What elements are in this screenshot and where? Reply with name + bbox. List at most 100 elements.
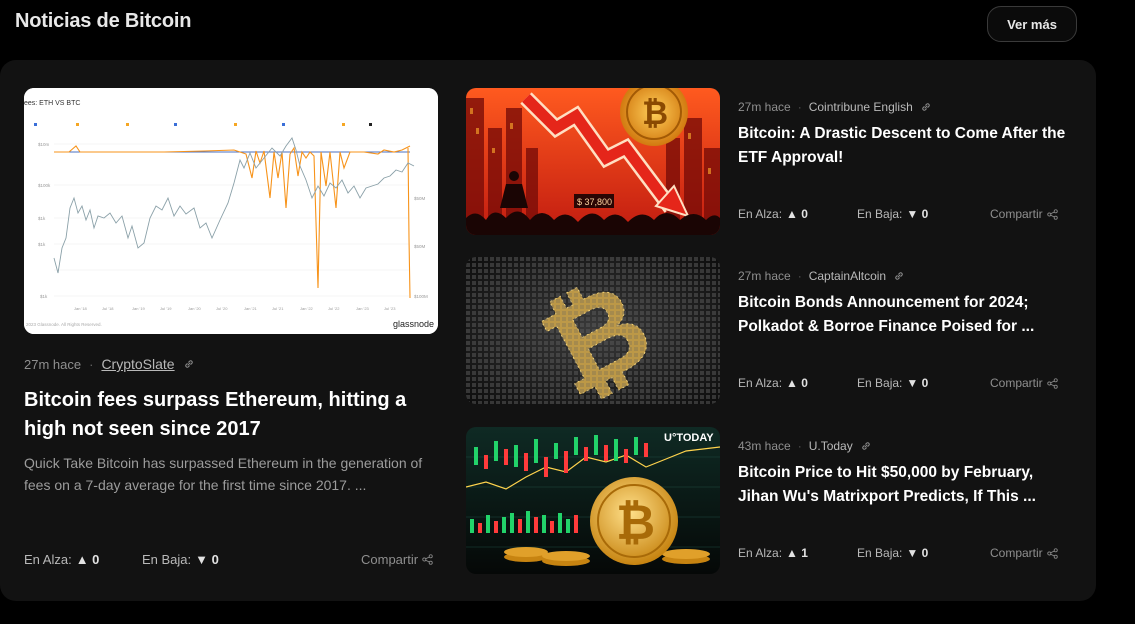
see-more-button[interactable]: Ver más	[987, 6, 1077, 42]
share-button[interactable]: Compartir	[990, 546, 1058, 560]
link-icon	[862, 442, 870, 450]
featured-description: Quick Take Bitcoin has surpassed Ethereu…	[24, 455, 423, 493]
upvote-label: En Alza:	[738, 546, 783, 560]
share-icon	[1047, 208, 1058, 220]
svg-text:$50M: $50M	[414, 196, 426, 201]
separator-dot: ·	[797, 269, 802, 283]
bitcoin-chart-illustration: ₿ U°TODAY	[466, 427, 720, 574]
featured-meta: 27m hace · CryptoSlate	[24, 356, 195, 372]
featured-headline-link[interactable]: Bitcoin fees surpass Ethereum, hitting a…	[24, 386, 438, 444]
upvote-count: ▲ 1	[786, 546, 808, 560]
article-meta-1: 27m hace · Cointribune English	[738, 100, 932, 114]
separator-dot: ·	[797, 100, 802, 114]
svg-text:Jan '23: Jan '23	[356, 306, 370, 311]
svg-text:Jan '22: Jan '22	[300, 306, 314, 311]
share-icon	[1047, 377, 1058, 389]
article-source-link[interactable]: Cointribune English	[809, 100, 913, 114]
downvote-count: ▼ 0	[906, 546, 929, 560]
downvote-label: En Baja:	[857, 207, 903, 221]
share-button[interactable]: Compartir	[361, 552, 433, 567]
share-icon	[422, 554, 433, 565]
section-title: Noticias de Bitcoin	[15, 10, 192, 32]
downvote-button[interactable]: En Baja: ▼ 0	[857, 376, 928, 390]
upvote-button[interactable]: En Alza: ▲ 0	[24, 552, 99, 567]
upvote-label: En Alza:	[738, 376, 783, 390]
svg-text:Jan '20: Jan '20	[188, 306, 202, 311]
svg-text:$1k: $1k	[40, 294, 48, 299]
upvote-button[interactable]: En Alza: ▲ 0	[738, 376, 808, 390]
share-label: Compartir	[990, 546, 1043, 560]
article-footer-1: En Alza: ▲ 0 En Baja: ▼ 0 Compartir	[738, 207, 1068, 225]
separator-dot: ·	[797, 439, 802, 453]
article-image-3[interactable]: ₿ U°TODAY	[466, 427, 720, 574]
svg-text:Jul '23: Jul '23	[384, 306, 396, 311]
share-label: Compartir	[990, 207, 1043, 221]
svg-text:$50M: $50M	[414, 244, 426, 249]
article-image-1[interactable]: ₿ $ 37,800	[466, 88, 720, 235]
article-image-2[interactable]: ₿ ₿	[466, 257, 720, 404]
downvote-label: En Baja:	[857, 546, 903, 560]
upvote-button[interactable]: En Alza: ▲ 1	[738, 546, 808, 560]
bitcoin-crash-illustration: ₿ $ 37,800	[466, 88, 720, 235]
article-time: 43m hace	[738, 439, 791, 453]
upvote-button[interactable]: En Alza: ▲ 0	[738, 207, 808, 221]
svg-text:$1k: $1k	[38, 216, 46, 221]
share-label: Compartir	[361, 552, 419, 567]
svg-text:₿: ₿	[616, 497, 655, 550]
svg-text:Jan '18: Jan '18	[74, 306, 88, 311]
article-source-link[interactable]: CaptainAltcoin	[809, 269, 886, 283]
featured-image[interactable]: ees: ETH VS BTC $10m $100k $1k $1k $1k $50M…	[24, 88, 438, 334]
svg-text:$10m: $10m	[38, 142, 50, 147]
link-icon	[184, 360, 193, 368]
link-icon	[922, 103, 930, 111]
downvote-label: En Baja:	[857, 376, 903, 390]
upvote-label: En Alza:	[24, 552, 72, 567]
svg-text:$ 37,800: $ 37,800	[577, 197, 612, 207]
svg-text:$1k: $1k	[38, 242, 46, 247]
article-footer-2: En Alza: ▲ 0 En Baja: ▼ 0 Compartir	[738, 376, 1068, 394]
article-time: 27m hace	[738, 269, 791, 283]
article-footer-3: En Alza: ▲ 1 En Baja: ▼ 0 Compartir	[738, 546, 1068, 564]
svg-text:Jul '22: Jul '22	[328, 306, 340, 311]
svg-text:Jul '20: Jul '20	[216, 306, 228, 311]
downvote-button[interactable]: En Baja: ▼ 0	[142, 552, 219, 567]
featured-footer: En Alza: ▲ 0 En Baja: ▼ 0 Compartir	[24, 552, 438, 570]
separator-dot: ·	[89, 356, 94, 372]
svg-text:Jul '18: Jul '18	[102, 306, 114, 311]
link-icon	[895, 272, 903, 280]
article-headline-link[interactable]: Bitcoin: A Drastic Descent to Come After…	[738, 122, 1068, 170]
upvote-label: En Alza:	[738, 207, 783, 221]
article-meta-2: 27m hace · CaptainAltcoin	[738, 269, 905, 283]
share-label: Compartir	[990, 376, 1043, 390]
article-headline-link[interactable]: Bitcoin Price to Hit $50,000 by February…	[738, 461, 1068, 509]
downvote-count: ▼ 0	[195, 552, 219, 567]
downvote-label: En Baja:	[142, 552, 192, 567]
bitcoin-circuit-illustration: ₿ ₿	[466, 257, 720, 404]
svg-text:₿: ₿	[642, 95, 668, 131]
svg-text:Jan '19: Jan '19	[132, 306, 146, 311]
share-button[interactable]: Compartir	[990, 376, 1058, 390]
thumbnail-chart-title: ees: ETH VS BTC	[24, 100, 80, 107]
fees-chart-thumbnail: ees: ETH VS BTC $10m $100k $1k $1k $1k $50M…	[24, 88, 438, 334]
featured-source-link[interactable]: CryptoSlate	[101, 356, 174, 372]
svg-text:Jan '21: Jan '21	[244, 306, 258, 311]
svg-text:Jul '19: Jul '19	[160, 306, 172, 311]
share-icon	[1047, 547, 1058, 559]
utoday-watermark: U°TODAY	[664, 432, 714, 444]
thumbnail-copyright: 2023 Glassnode. All Rights Reserved.	[26, 322, 102, 327]
downvote-count: ▼ 0	[906, 207, 929, 221]
share-button[interactable]: Compartir	[990, 207, 1058, 221]
svg-text:$100k: $100k	[38, 183, 51, 188]
article-time: 27m hace	[738, 100, 791, 114]
article-headline-link[interactable]: Bitcoin Bonds Announcement for 2024; Pol…	[738, 291, 1068, 339]
svg-text:Jul '21: Jul '21	[272, 306, 284, 311]
upvote-count: ▲ 0	[786, 376, 808, 390]
article-source-link[interactable]: U.Today	[809, 439, 853, 453]
downvote-button[interactable]: En Baja: ▼ 0	[857, 546, 928, 560]
downvote-button[interactable]: En Baja: ▼ 0	[857, 207, 928, 221]
upvote-count: ▲ 0	[75, 552, 100, 567]
svg-text:$100M: $100M	[414, 294, 428, 299]
upvote-count: ▲ 0	[786, 207, 808, 221]
featured-time: 27m hace	[24, 356, 82, 372]
downvote-count: ▼ 0	[906, 376, 929, 390]
